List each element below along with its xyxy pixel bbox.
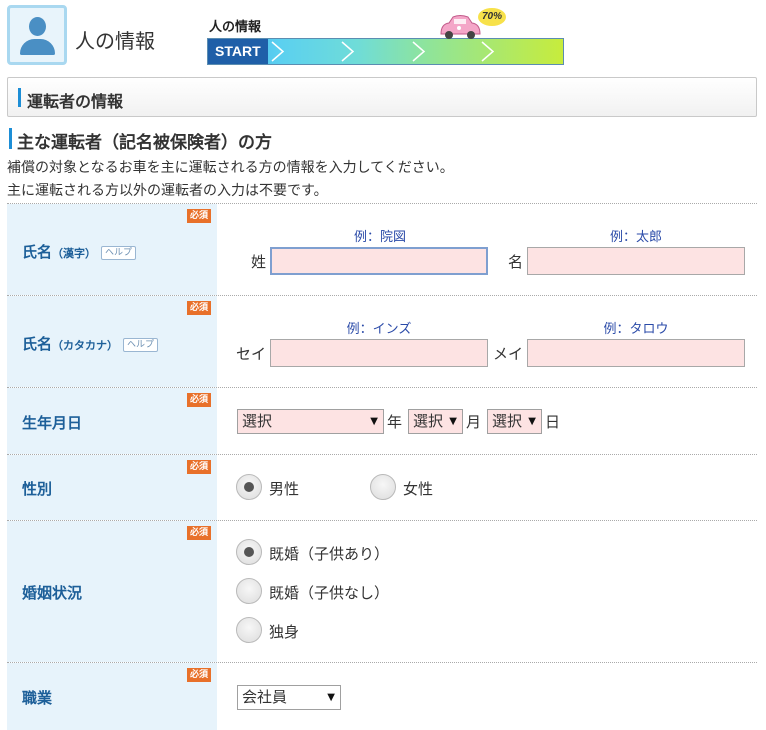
- form-row-name-kana: 氏名（カタカナ） ヘルプ 必須 例：インズ 例：タロウ セイ メイ: [7, 295, 757, 387]
- row-label-cell: 氏名（カタカナ） ヘルプ 必須: [7, 296, 217, 387]
- first-name-kana-label: メイ: [493, 345, 524, 363]
- birth-year-select[interactable]: 選択 ▼: [237, 409, 384, 434]
- form-row-name-kanji: 氏名（漢字） ヘルプ 必須 例：院図 例：太郎 姓 名: [7, 203, 757, 295]
- required-badge: 必須: [187, 460, 211, 474]
- gender-male-radio[interactable]: [236, 474, 262, 500]
- form-row-birthdate: 生年月日 必須 選択 ▼ 年 選択 ▼ 月 選択 ▼ 日: [7, 387, 757, 454]
- field-label: 婚姻状況: [22, 584, 83, 602]
- required-badge: 必須: [187, 526, 211, 540]
- birth-day-select[interactable]: 選択 ▼: [487, 409, 542, 434]
- subsection-description-2: 主に運転される方以外の運転者の入力は不要です。: [7, 183, 328, 199]
- progress-indicator: 人の情報 START 70%: [207, 8, 567, 66]
- progress-bar: START: [207, 38, 564, 65]
- row-label-cell: 生年月日 必須: [7, 388, 217, 454]
- gender-female-label[interactable]: 女性: [403, 478, 433, 499]
- dropdown-arrow-icon: ▼: [449, 416, 457, 427]
- section-header: 運転者の情報: [7, 77, 757, 117]
- form-row-occupation: 職業 必須 会社員 ▼: [7, 662, 757, 730]
- last-name-kanji-input[interactable]: [270, 247, 488, 275]
- required-badge: 必須: [187, 209, 211, 223]
- marital-single-radio[interactable]: [236, 617, 262, 643]
- form-row-gender: 性別 必須 男性 女性: [7, 454, 757, 520]
- first-name-hint: 例：太郎: [609, 230, 662, 245]
- marital-option-label[interactable]: 既婚（子供なし）: [269, 582, 389, 603]
- field-label: 氏名（カタカナ） ヘルプ: [22, 333, 159, 354]
- gender-male-label[interactable]: 男性: [269, 478, 299, 499]
- row-label-cell: 性別 必須: [7, 455, 217, 520]
- chevron-right-icon: [271, 41, 285, 62]
- field-label: 性別: [22, 480, 53, 498]
- field-label: 氏名（漢字） ヘルプ: [22, 241, 137, 262]
- first-name-kana-hint: 例：タロウ: [603, 322, 669, 337]
- help-button[interactable]: ヘルプ: [123, 338, 159, 352]
- year-unit: 年: [387, 413, 403, 431]
- progress-start-label: START: [208, 39, 268, 64]
- form-row-marital-status: 婚姻状況 必須 既婚（子供あり） 既婚（子供なし） 独身: [7, 520, 757, 662]
- marital-married-no-children-radio[interactable]: [236, 578, 262, 604]
- marital-option-label[interactable]: 独身: [269, 621, 299, 642]
- chevron-right-icon: [341, 41, 355, 62]
- last-name-label: 姓: [251, 253, 267, 271]
- section-accent-bar: [18, 88, 21, 107]
- row-label-cell: 婚姻状況 必須: [7, 521, 217, 662]
- page-header: 人の情報 人の情報 START 70%: [0, 0, 766, 72]
- day-unit: 日: [545, 413, 561, 431]
- gender-female-radio[interactable]: [370, 474, 396, 500]
- progress-step-label: 人の情報: [209, 20, 262, 35]
- progress-percent-badge: 70%: [478, 8, 506, 26]
- row-label-cell: 職業 必須: [7, 663, 217, 730]
- field-label: 生年月日: [22, 414, 83, 432]
- first-name-label: 名: [508, 253, 524, 271]
- subsection-description-1: 補償の対象となるお車を主に運転される方の情報を入力してください。: [7, 160, 454, 176]
- page-title: 人の情報: [75, 29, 155, 53]
- month-unit: 月: [466, 413, 482, 431]
- marital-option-label[interactable]: 既婚（子供あり）: [269, 543, 389, 564]
- first-name-kana-input[interactable]: [527, 339, 745, 367]
- chevron-right-icon: [412, 41, 426, 62]
- row-label-cell: 氏名（漢字） ヘルプ 必須: [7, 204, 217, 295]
- marital-married-with-children-radio[interactable]: [236, 539, 262, 565]
- dropdown-arrow-icon: ▼: [327, 692, 335, 703]
- dropdown-arrow-icon: ▼: [528, 416, 536, 427]
- occupation-select[interactable]: 会社員 ▼: [237, 685, 341, 710]
- field-label: 職業: [22, 689, 53, 707]
- chevron-right-icon: [481, 41, 495, 62]
- required-badge: 必須: [187, 668, 211, 682]
- required-badge: 必須: [187, 301, 211, 315]
- section-title: 運転者の情報: [27, 92, 124, 111]
- last-name-kana-input[interactable]: [270, 339, 488, 367]
- subsection-accent-bar: [9, 128, 12, 149]
- help-button[interactable]: ヘルプ: [101, 246, 137, 260]
- first-name-kanji-input[interactable]: [527, 247, 745, 275]
- birth-month-select[interactable]: 選択 ▼: [408, 409, 463, 434]
- last-name-kana-hint: 例：インズ: [346, 322, 412, 337]
- dropdown-arrow-icon: ▼: [370, 416, 378, 427]
- car-icon: [440, 15, 481, 39]
- subsection-title: 主な運転者（記名被保険者）の方: [17, 133, 272, 153]
- person-icon: [7, 5, 67, 65]
- last-name-kana-label: セイ: [236, 345, 267, 363]
- required-badge: 必須: [187, 393, 211, 407]
- last-name-hint: 例：院図: [353, 230, 406, 245]
